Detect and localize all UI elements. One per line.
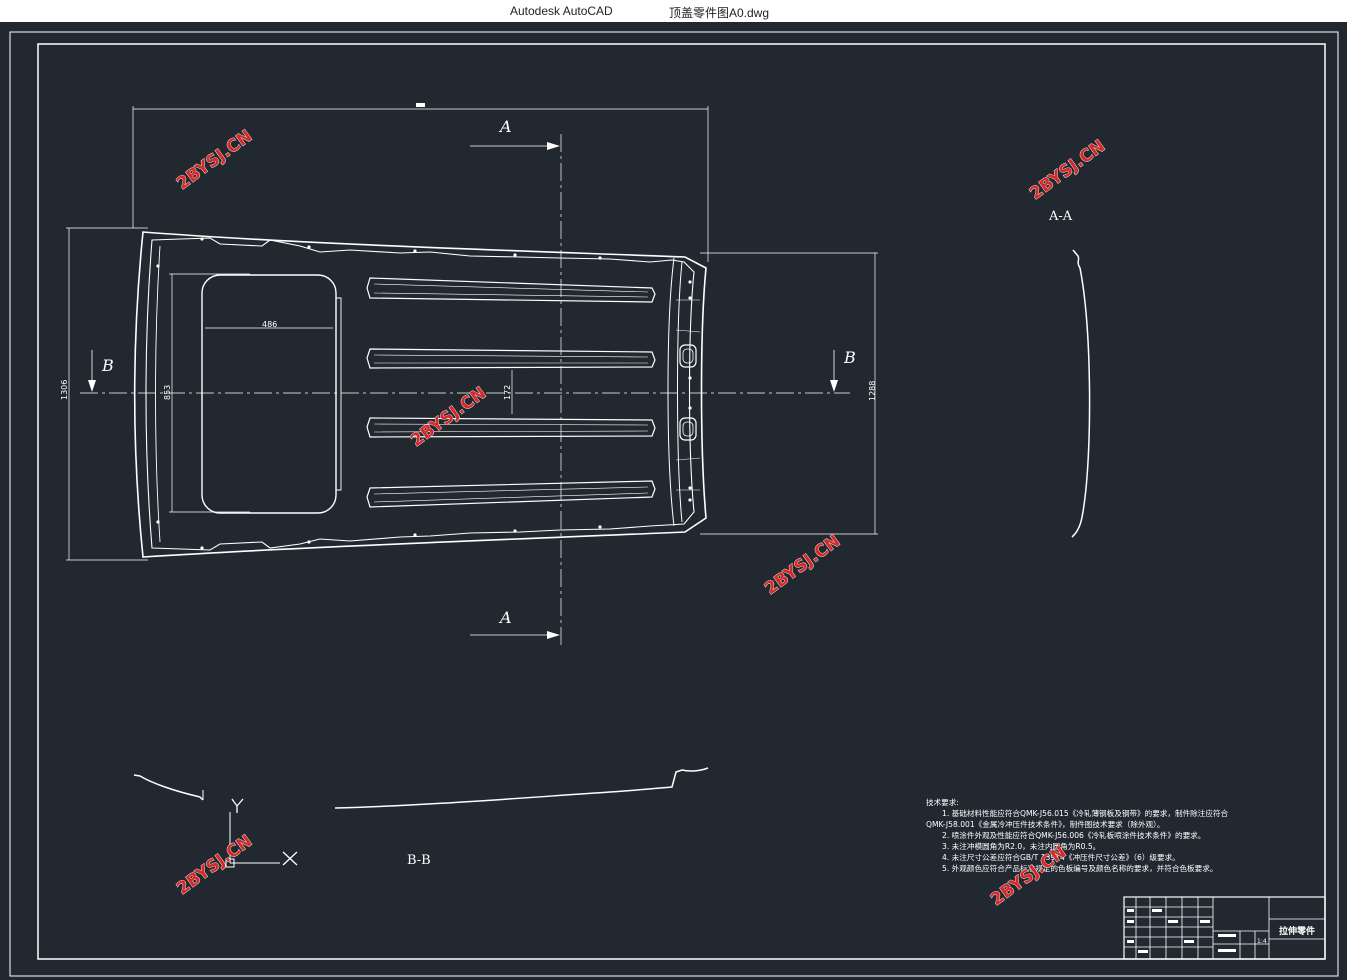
dim-center-offset: 172 — [503, 385, 512, 400]
section-a-label-top: A — [498, 117, 512, 136]
technical-notes: 技术要求: 1. 基础材料性能应符合QMK-J56.015《冷轧薄钢板及钢带》的… — [926, 797, 1229, 873]
notes-line: QMK-J58.001《金属冷冲压件技术条件》，制件图技术要求（除外观）。 — [926, 819, 1165, 829]
window-title-bar: Autodesk AutoCAD 顶盖零件图A0.dwg — [0, 0, 1347, 22]
section-b-b-view — [133, 767, 709, 809]
part-name: 拉伸零件 — [1279, 925, 1315, 937]
watermarks: 2BYSJ.CN 2BYSJ.CN 2BYSJ.CN 2BYSJ.CN 2BYS… — [173, 126, 1110, 911]
flange-holes — [156, 237, 692, 550]
dim-overall-width: 1306 — [60, 380, 69, 400]
document-title: 顶盖零件图A0.dwg — [669, 6, 770, 20]
view-aa-label: A-A — [1048, 209, 1073, 224]
watermark-text: 2BYSJ.CN — [407, 383, 490, 451]
notes-line: 2. 喷涂件外观及性能应符合QMK-J56.006《冷轧板喷涂件技术条件》的要求… — [942, 830, 1205, 840]
notes-line: 5. 外观颜色应符合产品标准规定的色板编号及颜色名称的要求，并符合色板要求。 — [942, 863, 1217, 873]
app-title: Autodesk AutoCAD — [510, 4, 613, 18]
watermark-text: 2BYSJ.CN — [1026, 136, 1109, 204]
drawing-canvas[interactable]: A A B B 486 1306 853 172 1288 A-A B-B 技术… — [0, 22, 1347, 980]
view-bb-label: B-B — [407, 853, 431, 868]
notes-line: 3. 未注冲模圆角为R2.0，未注内圆角为R0.5。 — [942, 841, 1100, 851]
section-a-a-view: A-A — [1048, 209, 1091, 538]
watermark-text: 2BYSJ.CN — [173, 126, 256, 194]
section-a-label-bottom: A — [498, 608, 512, 627]
notes-title: 技术要求: — [926, 797, 959, 807]
dim-rear-width: 1288 — [868, 381, 877, 401]
dim-sunroof-width: 486 — [262, 320, 277, 329]
watermark-text: 2BYSJ.CN — [761, 531, 844, 599]
section-b-label-right: B — [843, 348, 856, 367]
notes-line: 1. 基础材料性能应符合QMK-J56.015《冷轧薄钢板及钢带》的要求，制件除… — [942, 808, 1229, 818]
drawing-scale: 1:4 — [1257, 938, 1267, 945]
dim-sunroof-length: 853 — [163, 385, 172, 400]
watermark-text: 2BYSJ.CN — [173, 831, 256, 899]
section-b-label-left: B — [101, 356, 114, 375]
